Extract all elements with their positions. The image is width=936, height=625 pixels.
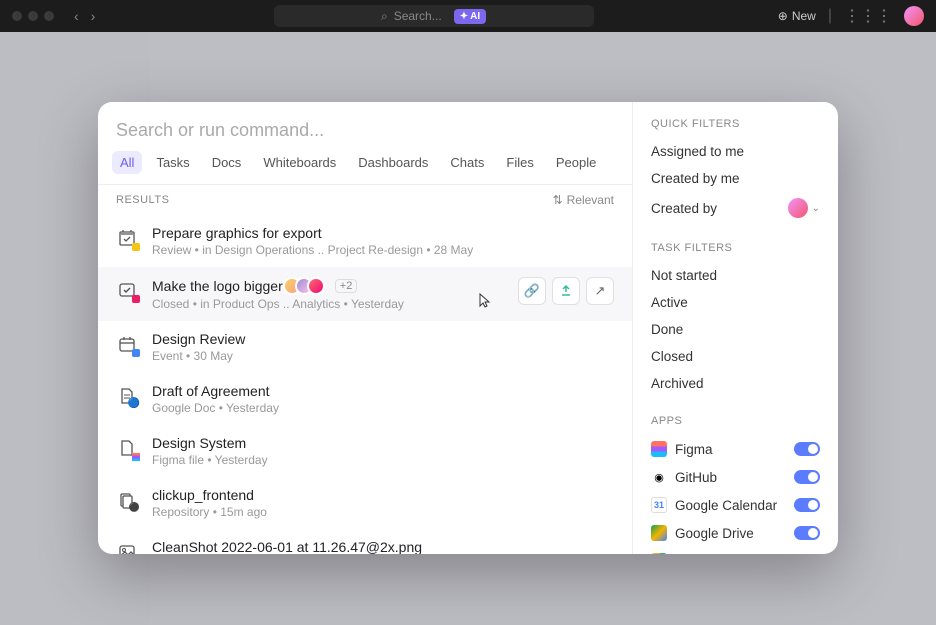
- topbar-right: ⊕ New | ⋮⋮⋮: [778, 6, 924, 26]
- task-filter-item[interactable]: Done: [651, 316, 820, 343]
- command-tabs: All Tasks DocsWhiteboards Dashboards Chats Fi…: [98, 151, 632, 184]
- filter-avatar: [788, 198, 808, 218]
- app-name: Slack: [675, 554, 708, 555]
- gdoc-icon: 🔵: [116, 385, 138, 407]
- result-row[interactable]: ⚫ clickup_frontend Repository • 15m ago: [98, 477, 632, 529]
- chevron-down-icon: ⌄: [812, 203, 820, 214]
- result-row[interactable]: CleanShot 2022-06-01 at 11.26.47@2x.png …: [98, 529, 632, 554]
- row-actions: 🔗 ↗: [518, 277, 614, 305]
- subtask-icon[interactable]: [552, 277, 580, 305]
- command-input[interactable]: Search or run command...: [98, 102, 632, 151]
- apps-title: APPS: [651, 415, 820, 427]
- app-row-google-drive: Google Drive: [651, 519, 820, 547]
- command-left-pane: Search or run command... All Tasks DocsWhi…: [98, 102, 633, 554]
- modal-overlay[interactable]: Search or run command... All Tasks DocsWhi…: [0, 32, 936, 625]
- global-search-placeholder: Search...: [394, 9, 442, 23]
- more-count: +2: [335, 279, 358, 293]
- repo-icon: ⚫: [116, 489, 138, 511]
- tab-people[interactable]: People: [548, 151, 604, 174]
- result-row[interactable]: Design Review Event • 30 May: [98, 321, 632, 373]
- results-list: Prepare graphics for export Review • in …: [98, 215, 632, 554]
- app-row-google-calendar: 31 Google Calendar: [651, 491, 820, 519]
- task-filters-title: TASK FILTERS: [651, 242, 820, 254]
- result-title: Make the logo bigger +2: [152, 277, 504, 295]
- app-toggle[interactable]: [794, 470, 820, 484]
- figma-icon: [116, 437, 138, 459]
- tab-dashboards[interactable]: Dashboards: [350, 151, 436, 174]
- minimize-dot[interactable]: [28, 11, 38, 21]
- slack-icon: [651, 553, 667, 554]
- result-title: Draft of Agreement: [152, 383, 614, 399]
- sort-relevant[interactable]: ⇅ Relevant: [553, 193, 614, 207]
- window-controls[interactable]: [12, 11, 54, 21]
- nav-forward-icon[interactable]: ›: [87, 6, 100, 26]
- result-title: clickup_frontend: [152, 487, 614, 503]
- command-right-pane: QUICK FILTERS Assigned to meCreated by m…: [633, 102, 838, 554]
- new-button[interactable]: ⊕ New: [778, 9, 816, 23]
- quick-filter-item[interactable]: Created by⌄: [651, 192, 820, 224]
- tab-chats[interactable]: Chats: [442, 151, 492, 174]
- app-row-slack: Slack: [651, 547, 820, 554]
- quick-filter-item[interactable]: Assigned to me: [651, 138, 820, 165]
- result-row[interactable]: Make the logo bigger +2 Closed • in Prod…: [98, 267, 632, 321]
- result-meta: Google Doc • Yesterday: [152, 401, 614, 415]
- app-grid-icon[interactable]: ⋮⋮⋮: [844, 6, 892, 26]
- app-toggle[interactable]: [794, 526, 820, 540]
- task-filter-item[interactable]: Archived: [651, 370, 820, 397]
- link-icon[interactable]: 🔗: [518, 277, 546, 305]
- app-toggle[interactable]: [794, 442, 820, 456]
- result-meta: Review • in Design Operations .. Project…: [152, 243, 614, 257]
- search-icon: ⌕: [381, 9, 388, 24]
- result-title: Prepare graphics for export: [152, 225, 614, 241]
- open-icon[interactable]: ↗: [586, 277, 614, 305]
- task-done-icon: [116, 279, 138, 301]
- maximize-dot[interactable]: [44, 11, 54, 21]
- tab-all[interactable]: All: [112, 151, 142, 174]
- result-meta: Event • 30 May: [152, 349, 614, 363]
- result-meta: Figma file • Yesterday: [152, 453, 614, 467]
- google-drive-icon: [651, 525, 667, 541]
- results-header: RESULTS ⇅ Relevant: [98, 184, 632, 215]
- app-name: GitHub: [675, 470, 717, 485]
- app-name: Google Calendar: [675, 498, 777, 513]
- result-row[interactable]: Prepare graphics for export Review • in …: [98, 215, 632, 267]
- calendar-icon: [116, 333, 138, 355]
- result-title: Design Review: [152, 331, 614, 347]
- nav-back-icon[interactable]: ‹: [70, 6, 83, 26]
- quick-filters-title: QUICK FILTERS: [651, 118, 820, 130]
- nav-arrows: ‹ ›: [70, 6, 99, 26]
- close-dot[interactable]: [12, 11, 22, 21]
- result-meta: Closed • in Product Ops .. Analytics • Y…: [152, 297, 504, 311]
- task-filter-item[interactable]: Active: [651, 289, 820, 316]
- result-title: Design System: [152, 435, 614, 451]
- command-palette: Search or run command... All Tasks DocsWhi…: [98, 102, 838, 554]
- user-avatar[interactable]: [904, 6, 924, 26]
- app-name: Figma: [675, 442, 713, 457]
- result-meta: Repository • 15m ago: [152, 505, 614, 519]
- task-filter-item[interactable]: Not started: [651, 262, 820, 289]
- github-icon: ◉: [651, 469, 667, 485]
- sort-icon: ⇅: [553, 193, 563, 207]
- result-row[interactable]: 🔵 Draft of Agreement Google Doc • Yester…: [98, 373, 632, 425]
- app-name: Google Drive: [675, 526, 754, 541]
- app-row-figma: Figma: [651, 435, 820, 463]
- task-icon: [116, 227, 138, 249]
- tab-whiteboards[interactable]: Whiteboards: [255, 151, 344, 174]
- app-row-github: ◉ GitHub: [651, 463, 820, 491]
- figma-icon: [651, 441, 667, 457]
- results-label: RESULTS: [116, 194, 169, 206]
- tab-docs[interactable]: Docs: [204, 151, 250, 174]
- image-icon: [116, 541, 138, 554]
- tab-tasks[interactable]: Tasks: [148, 151, 197, 174]
- ai-badge[interactable]: ✦ AI: [454, 9, 486, 24]
- result-row[interactable]: Design System Figma file • Yesterday: [98, 425, 632, 477]
- result-title: CleanShot 2022-06-01 at 11.26.47@2x.png: [152, 539, 614, 554]
- task-filter-item[interactable]: Closed: [651, 343, 820, 370]
- quick-filter-item[interactable]: Created by me: [651, 165, 820, 192]
- global-search[interactable]: ⌕ Search... ✦ AI: [274, 5, 594, 27]
- topbar: ‹ › ⌕ Search... ✦ AI ⊕ New | ⋮⋮⋮: [0, 0, 936, 32]
- google-calendar-icon: 31: [651, 497, 667, 513]
- app-toggle[interactable]: [794, 498, 820, 512]
- tab-files[interactable]: Files: [498, 151, 541, 174]
